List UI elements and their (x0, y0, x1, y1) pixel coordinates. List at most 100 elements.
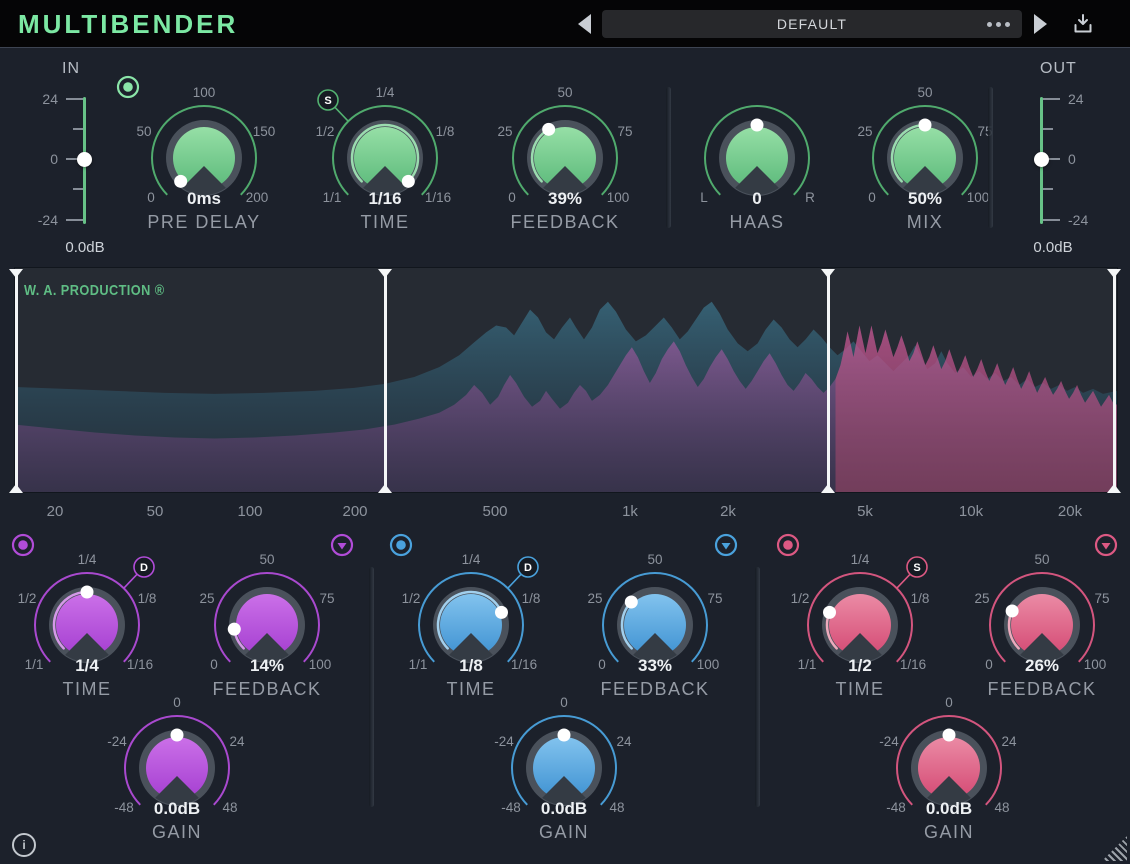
svg-text:-48: -48 (114, 800, 134, 815)
crossover-handle-high-edge[interactable] (1107, 269, 1121, 493)
band3-time-knob[interactable]: S1/41/21/81/11/161/2TIME (780, 545, 940, 705)
svg-text:0: 0 (173, 695, 181, 710)
info-button[interactable]: i (12, 833, 36, 857)
mix-knob[interactable]: 502575010050%MIX (845, 78, 1005, 238)
svg-text:100: 100 (309, 657, 332, 672)
frequency-axis: 20501002005001k2k5k10k20k (14, 503, 1118, 523)
svg-text:1/16: 1/16 (127, 657, 153, 672)
meter-tick (66, 219, 83, 221)
svg-text:1/4: 1/4 (376, 85, 395, 100)
svg-text:50%: 50% (908, 189, 942, 208)
svg-text:0: 0 (508, 190, 516, 205)
master-feedback-knob[interactable]: 502575010039%FEEDBACK (485, 78, 645, 238)
svg-text:1/2: 1/2 (791, 591, 810, 606)
input-label: IN (62, 60, 80, 78)
svg-text:-48: -48 (886, 800, 906, 815)
haas-knob[interactable]: LR0HAAS (677, 78, 837, 238)
preset-prev-button[interactable] (578, 14, 591, 34)
preset-selector[interactable]: DEFAULT (602, 10, 1022, 38)
band1-gain-knob[interactable]: 0-2424-48480.0dBGAIN (97, 688, 257, 848)
app-logo: MULTIBENDER (18, 9, 238, 40)
svg-text:25: 25 (857, 124, 872, 139)
svg-text:1/1: 1/1 (409, 657, 428, 672)
svg-text:0: 0 (210, 657, 218, 672)
svg-text:48: 48 (994, 800, 1009, 815)
svg-text:25: 25 (199, 591, 214, 606)
meter-scale-label: 24 (1068, 92, 1108, 106)
preset-next-button[interactable] (1034, 14, 1047, 34)
band2-gain-knob[interactable]: 0-2424-48480.0dBGAIN (484, 688, 644, 848)
multibender-window: MULTIBENDER DEFAULT IN 24 0 -24 0.0dB 10… (0, 0, 1130, 864)
svg-text:1/2: 1/2 (848, 656, 872, 675)
svg-text:25: 25 (974, 591, 989, 606)
svg-text:1/8: 1/8 (522, 591, 541, 606)
crossover-handle-1[interactable] (378, 269, 392, 493)
svg-text:100: 100 (607, 190, 630, 205)
band3-gain-knob[interactable]: 0-2424-48480.0dBGAIN (869, 688, 1029, 848)
svg-text:50: 50 (557, 85, 572, 100)
svg-text:1/4: 1/4 (78, 552, 97, 567)
band1-feedback-knob[interactable]: 502575010014%FEEDBACK (187, 545, 347, 705)
svg-text:0: 0 (560, 695, 568, 710)
band3-feedback-knob[interactable]: 502575010026%FEEDBACK (962, 545, 1122, 705)
band2-feedback-knob[interactable]: 502575010033%FEEDBACK (575, 545, 735, 705)
svg-text:24: 24 (1001, 734, 1017, 749)
svg-text:1/4: 1/4 (462, 552, 481, 567)
svg-text:14%: 14% (250, 656, 284, 675)
band2-time-knob[interactable]: D1/41/21/81/11/161/8TIME (391, 545, 551, 705)
svg-text:FEEDBACK: FEEDBACK (510, 212, 619, 232)
watermark: W. A. PRODUCTION ® (24, 282, 165, 299)
svg-text:D: D (140, 562, 148, 574)
svg-text:150: 150 (253, 124, 276, 139)
svg-text:0: 0 (945, 695, 953, 710)
meter-tick (66, 98, 83, 100)
crossover-handle-low-edge[interactable] (9, 269, 23, 493)
svg-text:-48: -48 (501, 800, 521, 815)
svg-text:100: 100 (1084, 657, 1107, 672)
spectrum-svg (15, 268, 1117, 492)
separator (755, 567, 760, 807)
svg-text:1/8: 1/8 (911, 591, 930, 606)
save-preset-button[interactable] (1071, 12, 1095, 41)
svg-text:1/16: 1/16 (900, 657, 926, 672)
svg-text:0.0dB: 0.0dB (154, 799, 200, 818)
separator (369, 567, 374, 807)
svg-text:75: 75 (617, 124, 632, 139)
meter-tick (73, 188, 83, 190)
svg-text:39%: 39% (548, 189, 582, 208)
axis-label: 100 (237, 503, 262, 520)
svg-text:1/8: 1/8 (459, 656, 483, 675)
svg-text:24: 24 (616, 734, 632, 749)
output-gain-handle[interactable] (1034, 152, 1049, 167)
svg-text:PRE DELAY: PRE DELAY (147, 212, 260, 232)
svg-text:D: D (524, 562, 532, 574)
meter-scale-label: -24 (20, 213, 58, 227)
svg-text:50: 50 (917, 85, 932, 100)
svg-text:1/1: 1/1 (25, 657, 44, 672)
svg-text:1/4: 1/4 (851, 552, 870, 567)
input-gain-handle[interactable] (77, 152, 92, 167)
resize-handle[interactable] (1102, 836, 1127, 861)
svg-text:-24: -24 (107, 734, 127, 749)
preset-menu-icon[interactable] (987, 22, 1010, 27)
pre-delay-knob[interactable]: 1005015002000msPRE DELAY (124, 78, 284, 238)
svg-text:75: 75 (707, 591, 722, 606)
svg-text:0ms: 0ms (187, 189, 221, 208)
master-time-knob[interactable]: S1/41/21/81/11/161/16TIME (305, 78, 465, 238)
output-gain-readout: 0.0dB (1018, 239, 1088, 256)
svg-text:0: 0 (598, 657, 606, 672)
meter-tick (73, 128, 83, 130)
svg-text:26%: 26% (1025, 656, 1059, 675)
axis-label: 10k (959, 503, 983, 520)
svg-text:1/16: 1/16 (368, 189, 401, 208)
svg-text:0.0dB: 0.0dB (926, 799, 972, 818)
crossover-handle-2[interactable] (821, 269, 835, 493)
spectrum-panel (14, 267, 1118, 493)
band1-time-knob[interactable]: D1/41/21/81/11/161/4TIME (7, 545, 167, 705)
svg-text:1/16: 1/16 (425, 190, 451, 205)
svg-text:1/2: 1/2 (316, 124, 335, 139)
svg-text:MIX: MIX (907, 212, 944, 232)
svg-text:GAIN: GAIN (924, 822, 974, 842)
svg-text:50: 50 (136, 124, 151, 139)
meter-tick (1043, 98, 1060, 100)
